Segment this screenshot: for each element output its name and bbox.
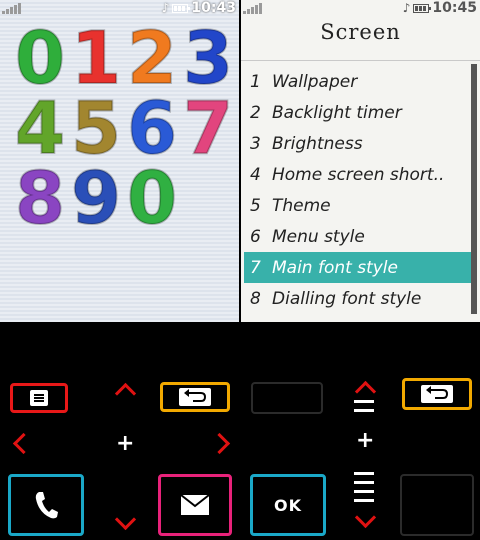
- blank-key-bottom[interactable]: [400, 474, 474, 536]
- scrollbar-thumb[interactable]: [471, 64, 477, 314]
- menu-key[interactable]: [10, 383, 68, 413]
- menu-item[interactable]: 6 Menu style: [244, 221, 471, 252]
- back-key[interactable]: [402, 378, 472, 410]
- digit-0: 0: [14, 16, 66, 100]
- menu-item-label: Backlight timer: [272, 102, 402, 123]
- volume-bar: [354, 490, 374, 493]
- volume-bar: [354, 481, 374, 484]
- menu-item[interactable]: 7 Main font style: [244, 252, 471, 283]
- menu-item-label: Theme: [272, 195, 331, 216]
- menu-item-label: Dialling font style: [272, 288, 422, 309]
- plus-key[interactable]: +: [356, 430, 374, 452]
- nav-down-key[interactable]: [114, 508, 137, 531]
- menu-item[interactable]: 8 Dialling font style: [244, 283, 471, 314]
- nav-left-key[interactable]: [12, 432, 35, 455]
- menu-item-label: Home screen short..: [272, 164, 445, 185]
- envelope-icon: [180, 494, 210, 515]
- menu-item[interactable]: 3 Brightness: [244, 128, 471, 159]
- menu-item-number: 4: [250, 164, 261, 185]
- menu-item-label: Wallpaper: [272, 71, 358, 92]
- music-note-icon: ♪: [161, 1, 170, 15]
- phone-icon: [35, 492, 58, 519]
- menu-item-label: Brightness: [272, 133, 363, 154]
- battery-icon: [172, 3, 191, 13]
- signal-icon: [243, 2, 262, 14]
- status-clock: 10:45: [432, 0, 477, 16]
- message-key[interactable]: [158, 474, 232, 536]
- digit-2: 2: [126, 16, 178, 100]
- left-phone-screen: ♪ 10:43 0123 4567 890: [0, 0, 239, 322]
- menu-item-number: 3: [250, 133, 261, 154]
- status-bar: ♪ 10:45: [241, 0, 480, 16]
- title-divider: [241, 60, 480, 61]
- call-key[interactable]: [8, 474, 84, 536]
- volume-up-key[interactable]: [354, 380, 377, 403]
- menu-item-label: Menu style: [272, 226, 365, 247]
- menu-item[interactable]: 1 Wallpaper: [244, 66, 471, 97]
- signal-icon: [2, 2, 21, 14]
- nav-up-key[interactable]: [114, 382, 137, 405]
- ok-key[interactable]: OK: [250, 474, 326, 536]
- volume-bar: [354, 499, 374, 502]
- volume-bar: [354, 409, 374, 412]
- menu-item[interactable]: 5 Theme: [244, 190, 471, 221]
- menu-item-number: 7: [250, 257, 261, 278]
- menu-list-icon: [30, 390, 48, 406]
- back-arrow-icon: [421, 385, 453, 403]
- digit-7: 7: [182, 86, 234, 170]
- music-note-icon: ♪: [402, 1, 411, 15]
- back-arrow-icon: [179, 388, 211, 406]
- blank-key-top[interactable]: [251, 382, 323, 414]
- nav-right-key[interactable]: [208, 432, 231, 455]
- menu-item-number: 1: [250, 71, 261, 92]
- battery-icon: [413, 3, 432, 13]
- menu-item-number: 8: [250, 288, 261, 309]
- digit-5: 5: [70, 86, 122, 170]
- page-title: Screen: [320, 20, 401, 44]
- volume-bar: [354, 472, 374, 475]
- plus-key[interactable]: +: [116, 433, 134, 455]
- menu-item-number: 2: [250, 102, 261, 123]
- right-phone-screen: ♪ 10:45 Screen 1 Wallpaper 2 Backlight time…: [241, 0, 480, 322]
- digit-6: 6: [126, 86, 178, 170]
- back-key[interactable]: [160, 382, 230, 412]
- status-bar: ♪ 10:43: [0, 0, 239, 16]
- menu-item-number: 6: [250, 226, 261, 247]
- ok-label: OK: [274, 495, 302, 515]
- menu-item[interactable]: 4 Home screen short..: [244, 159, 471, 190]
- digit-4: 4: [14, 86, 66, 170]
- digit-9: 9: [70, 156, 122, 240]
- digit-8: 8: [14, 156, 66, 240]
- digit-10: 0: [126, 156, 178, 240]
- status-clock: 10:43: [191, 0, 236, 16]
- digit-1: 1: [70, 16, 122, 100]
- menu-item-label: Main font style: [272, 257, 398, 278]
- volume-down-key[interactable]: [354, 506, 377, 529]
- menu-item-number: 5: [250, 195, 261, 216]
- digit-3: 3: [182, 16, 234, 100]
- volume-bar: [354, 400, 374, 403]
- menu-item[interactable]: 2 Backlight timer: [244, 97, 471, 128]
